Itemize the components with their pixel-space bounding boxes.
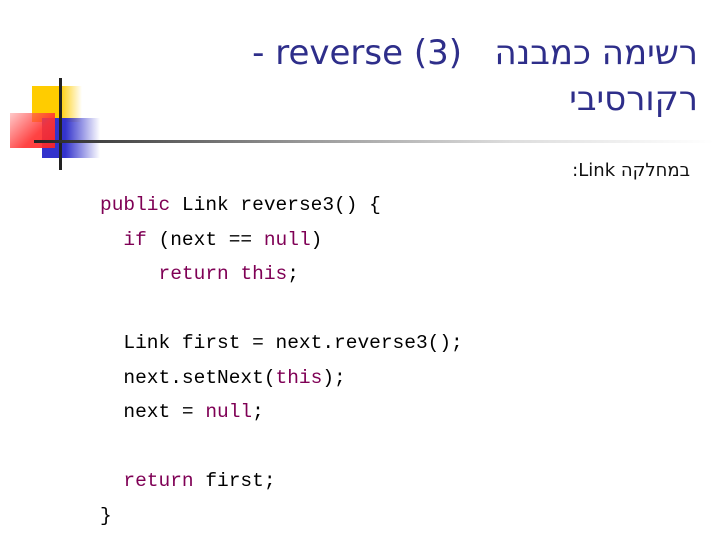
code-keyword: null (205, 401, 253, 423)
code-text: first; (193, 470, 276, 492)
code-text: ); (322, 366, 346, 389)
title-hebrew-prefix: רשימה כמבנה (494, 33, 698, 73)
code-line: next = null; (100, 395, 463, 430)
code-text: Link first = next.reverse3(); (100, 332, 463, 354)
code-keyword: this (275, 366, 323, 389)
title-latin-part: - reverse (3) (252, 33, 462, 73)
code-keyword: return (158, 263, 229, 285)
code-line: } (100, 499, 463, 534)
title-method-name: reverse (3) (275, 33, 462, 73)
code-text: next.setNext( (100, 366, 276, 389)
code-line: if (next == null) (100, 223, 463, 258)
code-text: next = (100, 401, 206, 423)
code-text: ; (252, 401, 264, 423)
class-context-label: במחלקה Link: (572, 160, 690, 181)
title-dash: - (252, 33, 276, 73)
code-text: ) (310, 228, 323, 251)
code-line: public Link reverse3() { (100, 188, 463, 223)
code-keyword: public (100, 194, 171, 216)
code-line: Link first = next.reverse3(); (100, 326, 463, 361)
code-keyword: null (263, 228, 311, 251)
title-line-1: רשימה כמבנה - reverse (3) (98, 30, 698, 76)
code-text: (next == (146, 228, 264, 251)
code-keyword: if (123, 228, 147, 251)
code-keyword: this (240, 263, 288, 285)
title-spacer (462, 33, 494, 73)
code-line: return this; (100, 257, 463, 292)
code-line: next.setNext(this); (100, 361, 463, 396)
code-text: Link reverse3() { (170, 194, 381, 216)
title-underline-divider (34, 140, 714, 143)
decorative-vertical-line (59, 78, 62, 170)
code-line: return first; (100, 464, 463, 499)
code-block: public Link reverse3() { if (next == nul… (100, 188, 463, 533)
code-text: ; (287, 263, 299, 285)
code-keyword: return (123, 470, 194, 492)
code-text: } (100, 504, 112, 527)
title-line-2: רקורסיבי (569, 79, 698, 119)
slide-title: רשימה כמבנה - reverse (3) רקורסיבי (98, 30, 698, 122)
